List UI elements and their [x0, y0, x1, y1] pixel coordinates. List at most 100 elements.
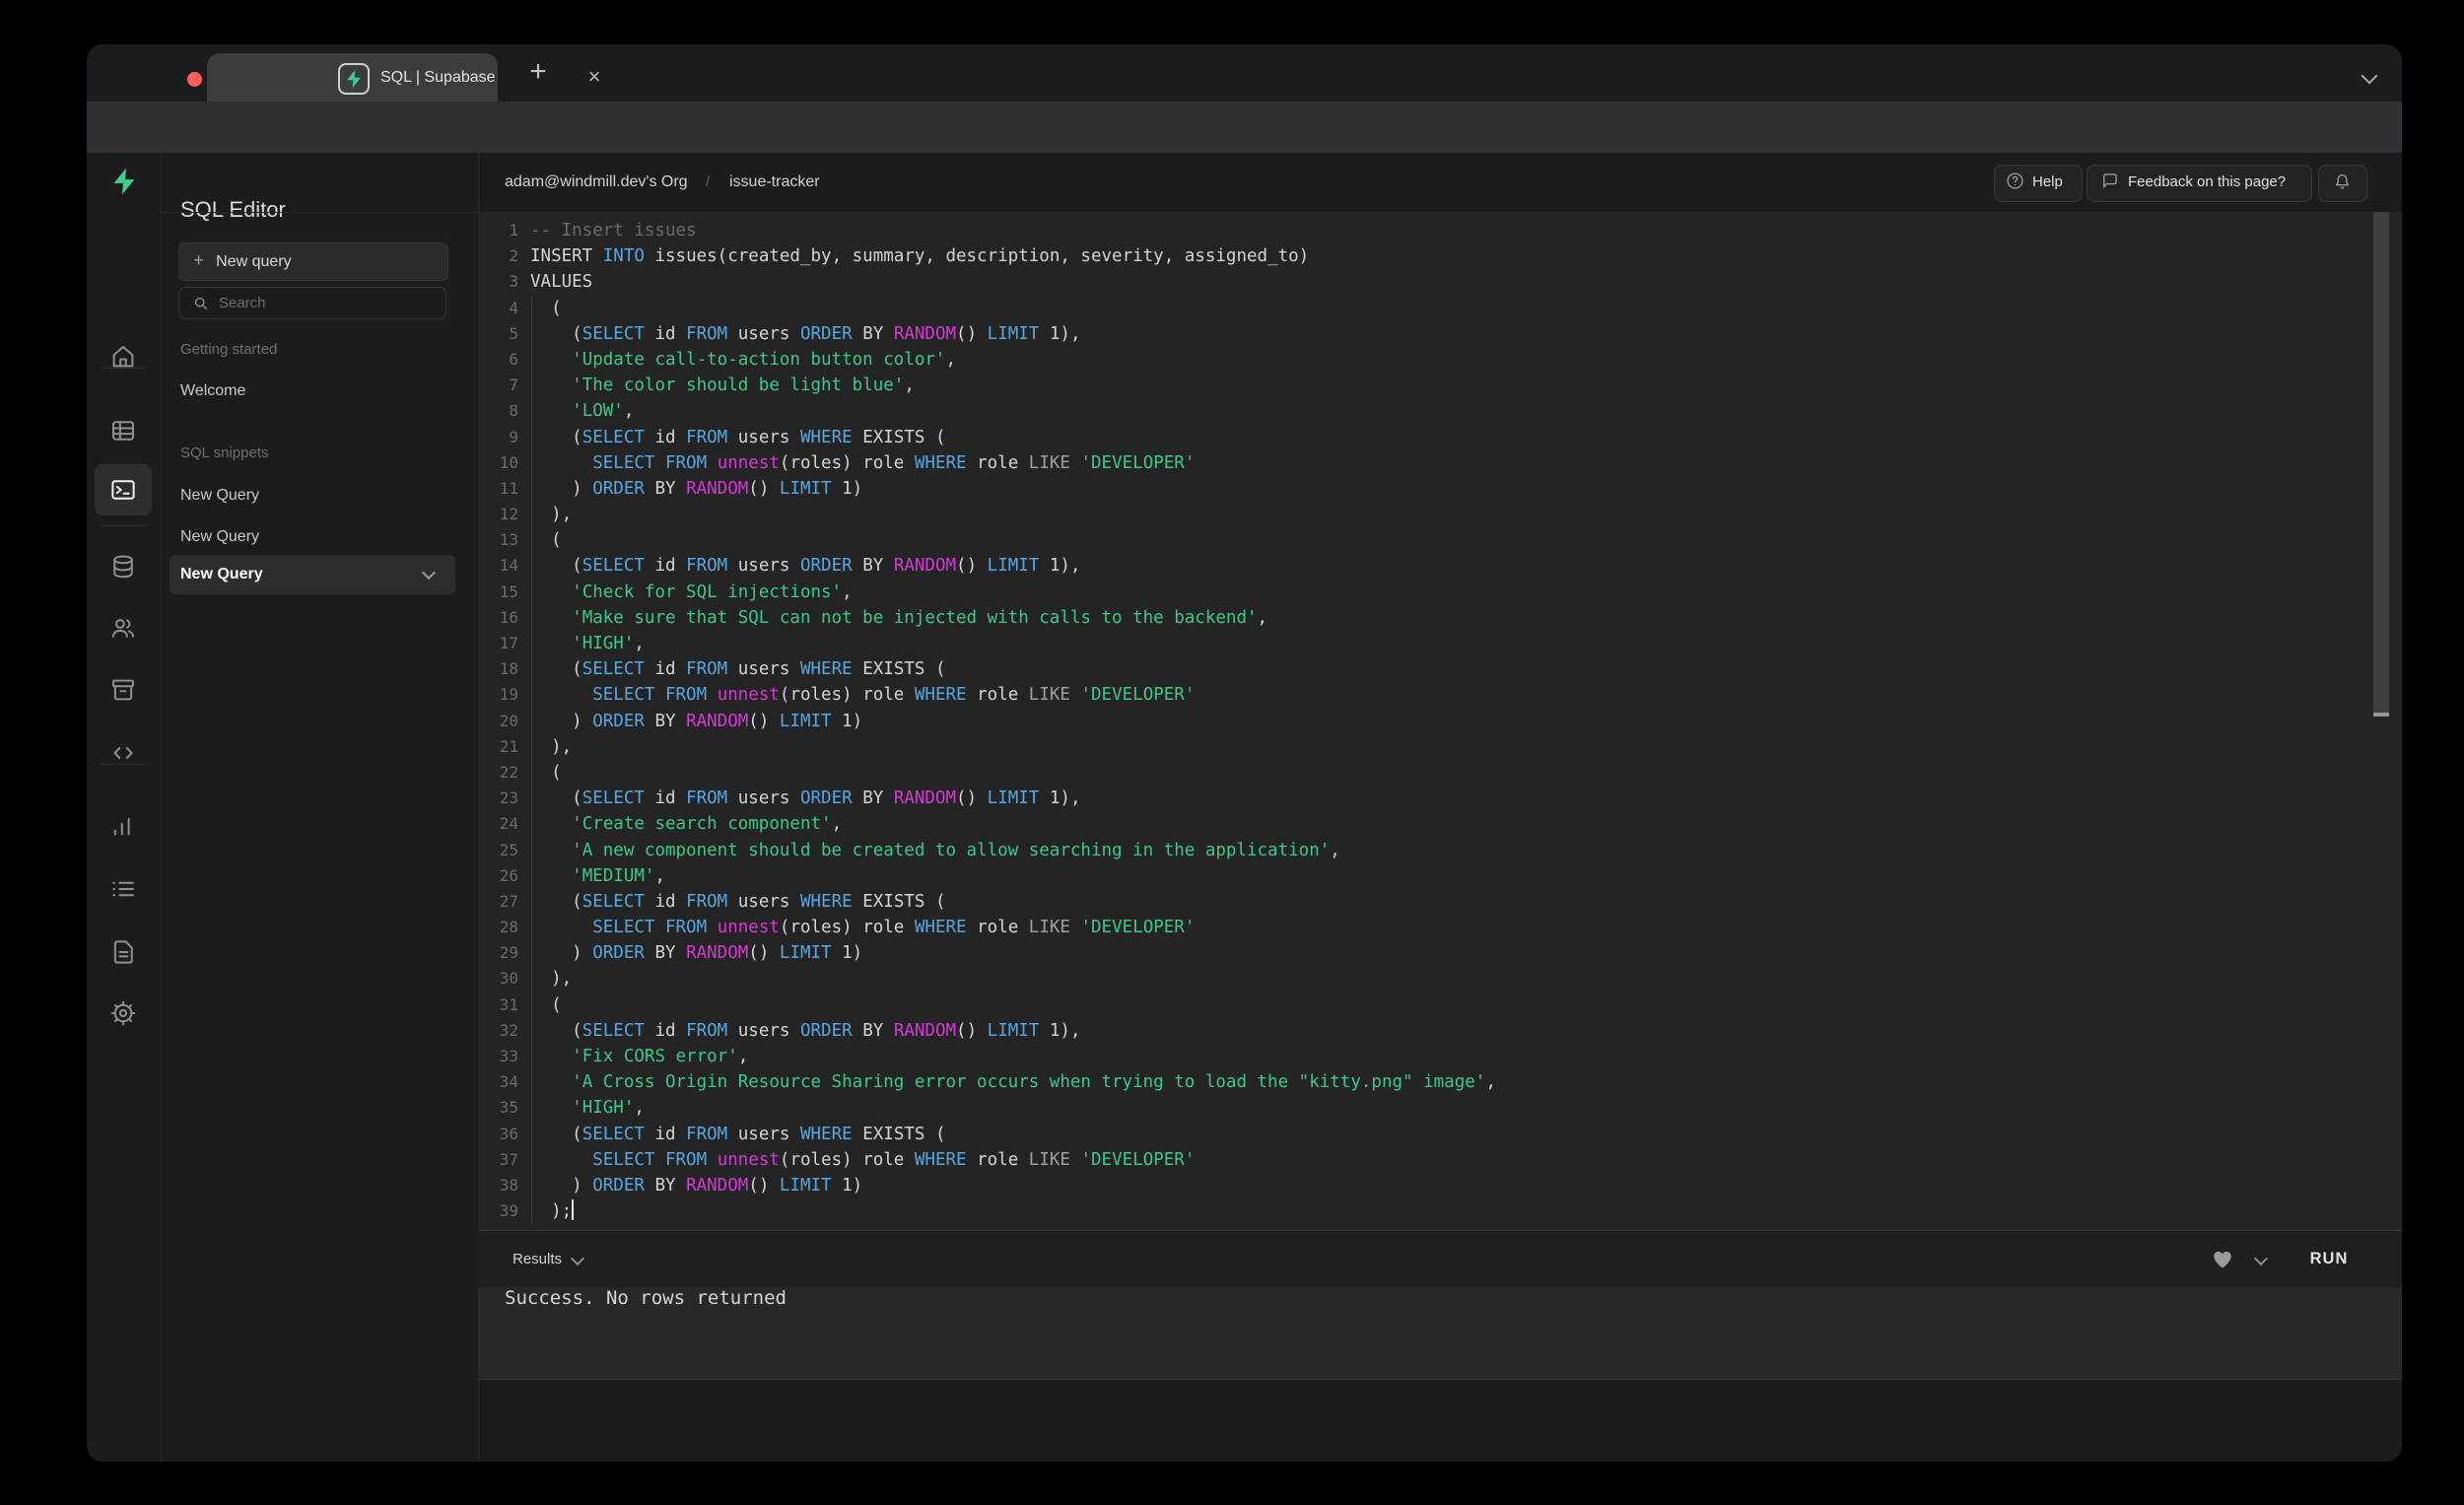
code-line[interactable]: 8 'LOW', [478, 398, 2402, 424]
archive-box-icon [112, 679, 134, 701]
rail-item-settings[interactable] [95, 988, 152, 1039]
rail-item-table-editor[interactable] [95, 405, 152, 456]
code-line[interactable]: 21 ), [478, 734, 2402, 760]
line-number: 36 [499, 1124, 518, 1143]
results-chevron-icon[interactable] [570, 1251, 585, 1266]
code-line[interactable]: 19 SELECT FROM unnest(roles) role WHERE … [478, 682, 2402, 708]
sql-code-editor[interactable]: 1 -- Insert issues 2 INSERT INTO issues(cre… [478, 212, 2402, 1230]
editor-scrollbar-thumb[interactable] [2373, 212, 2389, 713]
sql-editor-sidebar: SQL Editor + New query Search Getting sta… [161, 153, 479, 1462]
code-line[interactable]: 13 ( [478, 527, 2402, 553]
line-number: 39 [499, 1201, 518, 1221]
code-line[interactable]: 5 (SELECT id FROM users ORDER BY RANDOM(… [478, 321, 2402, 347]
sidebar-item-new-query-2[interactable]: New Query [180, 528, 259, 546]
line-number: 2 [509, 246, 518, 266]
code-line[interactable]: 9 (SELECT id FROM users WHERE EXISTS ( [478, 425, 2402, 450]
code-line[interactable]: 7 'The color should be light blue', [478, 373, 2402, 398]
code-line[interactable]: 15 'Check for SQL injections', [478, 580, 2402, 605]
help-button[interactable]: Help [1994, 165, 2083, 202]
rail-item-database[interactable] [95, 541, 152, 592]
rail-divider [101, 764, 146, 765]
code-line[interactable]: 18 (SELECT id FROM users WHERE EXISTS ( [478, 656, 2402, 682]
browser-tab[interactable]: SQL | Supabase × [207, 53, 600, 102]
code-line[interactable]: 14 (SELECT id FROM users ORDER BY RANDOM… [478, 553, 2402, 579]
code-line[interactable]: 16 'Make sure that SQL can not be inject… [478, 605, 2402, 631]
code-line[interactable]: 35 'HIGH', [478, 1095, 2402, 1121]
users-icon [112, 619, 134, 638]
rail-divider [101, 525, 146, 526]
rail-item-sql-editor[interactable] [95, 464, 152, 515]
line-number: 30 [499, 969, 518, 989]
rail-item-storage[interactable] [95, 664, 152, 716]
code-line[interactable]: 32 (SELECT id FROM users ORDER BY RANDOM… [478, 1018, 2402, 1044]
rail-item-home[interactable] [95, 331, 152, 382]
code-line[interactable]: 3 VALUES [478, 269, 2402, 295]
line-number: 35 [499, 1098, 518, 1118]
line-number: 29 [499, 943, 518, 963]
code-line[interactable]: 24 'Create search component', [478, 811, 2402, 837]
favorite-heart-icon[interactable] [2210, 1247, 2235, 1272]
section-label-sql-snippets: SQL snippets [180, 445, 269, 461]
breadcrumb-project[interactable]: issue-tracker [729, 153, 820, 212]
new-tab-button[interactable]: + [518, 52, 558, 94]
chevron-down-icon[interactable] [421, 565, 437, 581]
line-number: 21 [499, 736, 518, 756]
code-line[interactable]: 38 ) ORDER BY RANDOM() LIMIT 1) [478, 1173, 2402, 1198]
results-dropdown[interactable]: Results [513, 1231, 562, 1287]
code-line[interactable]: 31 ( [478, 992, 2402, 1018]
code-line[interactable]: 34 'A Cross Origin Resource Sharing erro… [478, 1069, 2402, 1095]
code-line[interactable]: 28 SELECT FROM unnest(roles) role WHERE … [478, 915, 2402, 940]
line-number: 33 [499, 1047, 518, 1065]
code-line[interactable]: 10 SELECT FROM unnest(roles) role WHERE … [478, 450, 2402, 476]
notifications-button[interactable] [2318, 165, 2367, 202]
run-button[interactable]: RUN [2290, 1231, 2368, 1287]
code-line[interactable]: 12 ), [478, 502, 2402, 527]
rail-item-functions[interactable] [95, 727, 152, 779]
plus-icon: + [193, 250, 205, 271]
results-output: Success. No rows returned [478, 1287, 2402, 1380]
sidebar-item-new-query-selected[interactable]: New Query [170, 555, 455, 594]
sidebar-item-welcome[interactable]: Welcome [180, 382, 245, 400]
supabase-logo-icon[interactable] [108, 166, 140, 197]
code-line[interactable]: 26 'MEDIUM', [478, 863, 2402, 889]
code-line[interactable]: 20 ) ORDER BY RANDOM() LIMIT 1) [478, 709, 2402, 734]
run-options-chevron-icon[interactable] [2253, 1251, 2269, 1266]
line-number: 6 [509, 349, 518, 369]
code-line[interactable]: 11 ) ORDER BY RANDOM() LIMIT 1) [478, 476, 2402, 502]
code-line[interactable]: 17 'HIGH', [478, 631, 2402, 656]
rail-item-logs[interactable] [95, 863, 152, 915]
code-line[interactable]: 25 'A new component should be created to… [478, 838, 2402, 863]
feedback-button[interactable]: Feedback on this page? [2087, 165, 2312, 202]
line-number: 11 [499, 478, 518, 498]
code-line[interactable]: 27 (SELECT id FROM users WHERE EXISTS ( [478, 889, 2402, 915]
breadcrumb-org[interactable]: adam@windmill.dev's Org [505, 153, 688, 212]
new-query-button[interactable]: + New query [178, 242, 448, 281]
search-input[interactable]: Search [178, 287, 446, 319]
rail-item-reports[interactable] [95, 801, 152, 853]
line-number: 19 [499, 685, 518, 705]
code-line[interactable]: 30 ), [478, 966, 2402, 992]
rail-item-docs[interactable] [95, 926, 152, 978]
rail-item-auth[interactable] [95, 602, 152, 653]
sidebar-item-new-query-1[interactable]: New Query [180, 487, 259, 505]
code-line[interactable]: 22 ( [478, 760, 2402, 786]
traffic-light-close-button[interactable] [187, 72, 202, 87]
line-number: 18 [499, 659, 518, 679]
code-line[interactable]: 33 'Fix CORS error', [478, 1044, 2402, 1069]
line-number: 32 [499, 1020, 518, 1040]
code-line[interactable]: 37 SELECT FROM unnest(roles) role WHERE … [478, 1147, 2402, 1173]
tab-search-chevron-icon[interactable] [2361, 67, 2378, 85]
code-line[interactable]: 39 ); [478, 1198, 2402, 1224]
code-line[interactable]: 2 INSERT INTO issues(created_by, summary,… [478, 243, 2402, 269]
code-line[interactable]: 23 (SELECT id FROM users ORDER BY RANDOM… [478, 786, 2402, 811]
editor-scrollbar-mark [2373, 713, 2389, 717]
code-line[interactable]: 29 ) ORDER BY RANDOM() LIMIT 1) [478, 940, 2402, 966]
code-line[interactable]: 4 ( [478, 296, 2402, 321]
code-line[interactable]: 36 (SELECT id FROM users WHERE EXISTS ( [478, 1122, 2402, 1147]
tab-close-icon[interactable]: × [580, 53, 609, 102]
indent-guide [531, 295, 532, 1225]
code-lines: 1 -- Insert issues 2 INSERT INTO issues(cre… [478, 218, 2402, 1224]
bar-chart-icon [113, 817, 130, 836]
code-line[interactable]: 6 'Update call-to-action button color', [478, 347, 2402, 373]
code-line[interactable]: 1 -- Insert issues [478, 218, 2402, 243]
